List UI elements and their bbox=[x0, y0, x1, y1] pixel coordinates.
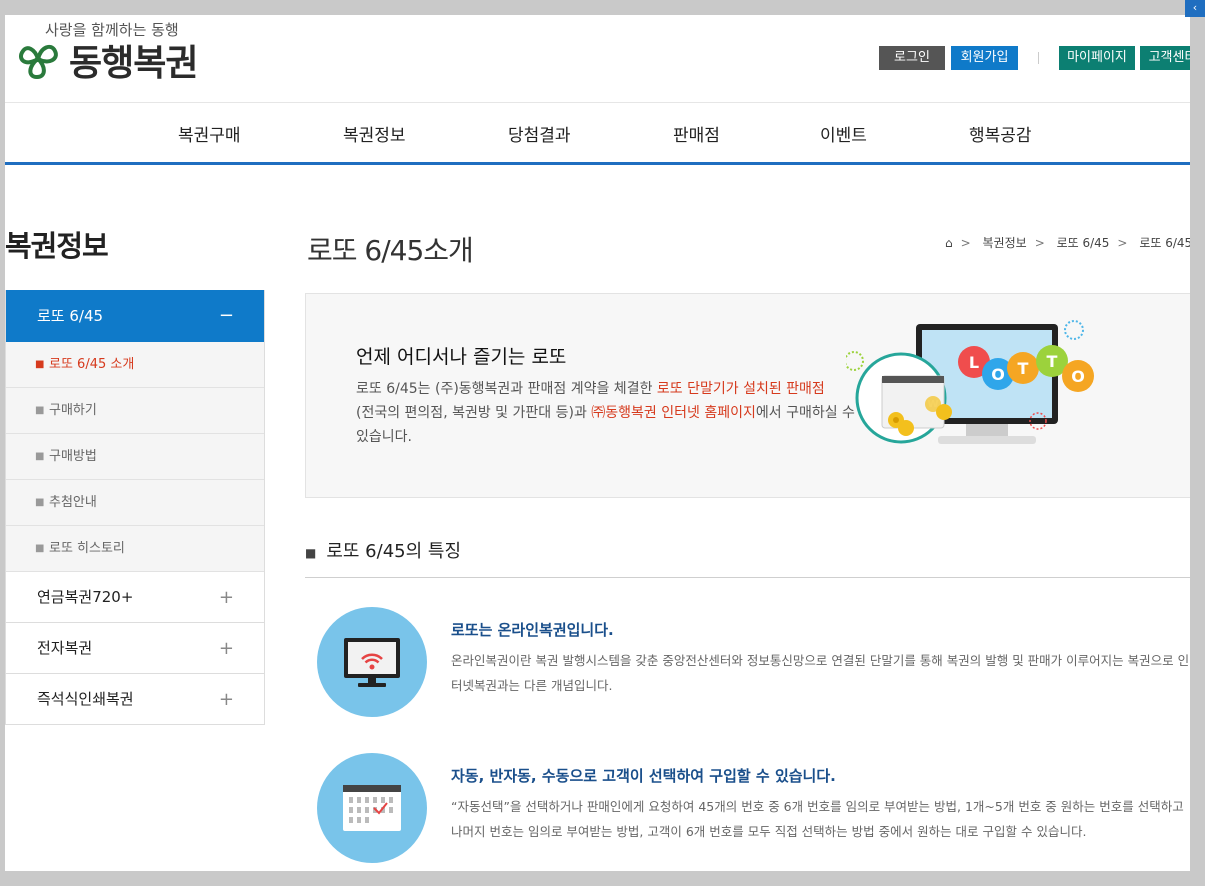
expand-icon[interactable]: + bbox=[219, 623, 234, 674]
collapse-icon[interactable]: − bbox=[219, 290, 234, 342]
scrollbar-track bbox=[1190, 0, 1205, 886]
feature-title: 로또는 온라인복권입니다. bbox=[451, 621, 614, 639]
nav-item-event[interactable]: 이벤트 bbox=[820, 121, 867, 146]
header: 사랑을 함께하는 동행 동행복권 로그인 회원가입 마이페이지 고객센터 bbox=[5, 15, 1190, 103]
sidebar-item-label: 즉석식인쇄복권 bbox=[37, 690, 134, 708]
sidebar-item-lotto645[interactable]: 로또 6/45 − bbox=[6, 290, 264, 342]
intro-box: 언제 어디서나 즐기는 로또 로또 6/45는 (주)동행복권과 판매점 계약을… bbox=[305, 293, 1190, 498]
sidebar-subitem-label: 구매하기 bbox=[49, 403, 97, 418]
customer-center-button[interactable]: 고객센터 bbox=[1140, 46, 1190, 70]
sidebar-subitem-label: 로또 6/45 소개 bbox=[49, 357, 135, 372]
breadcrumb-item: 로또 6/45 소개 bbox=[1139, 236, 1190, 250]
mypage-button[interactable]: 마이페이지 bbox=[1059, 46, 1135, 70]
sidebar-subitem-history[interactable]: ■ 로또 히스토리 bbox=[6, 526, 264, 572]
sidebar-subitem-label: 로또 히스토리 bbox=[49, 541, 125, 556]
nav-item-stores[interactable]: 판매점 bbox=[673, 121, 720, 146]
page-frame: 사랑을 함께하는 동행 동행복권 로그인 회원가입 마이페이지 고객센터 복권구… bbox=[5, 15, 1190, 871]
sidebar-item-pension720[interactable]: 연금복권720+ + bbox=[6, 572, 264, 623]
bullet-icon: ■ bbox=[35, 405, 45, 416]
bullet-icon: ■ bbox=[35, 359, 45, 370]
intro-highlight: 로또 단말기가 설치된 판매점 bbox=[656, 381, 825, 397]
bullet-icon: ■ bbox=[35, 543, 45, 554]
breadcrumb-item[interactable]: 복권정보 bbox=[983, 236, 1027, 250]
intro-heading: 언제 어디서나 즐기는 로또 bbox=[356, 346, 567, 368]
home-icon[interactable]: ⌂ bbox=[945, 236, 953, 250]
intro-highlight: ㈜동행복권 인터넷 홈페이지 bbox=[591, 405, 756, 421]
sidebar-subitem-intro[interactable]: ■ 로또 6/45 소개 bbox=[6, 342, 264, 388]
divider bbox=[305, 577, 1190, 578]
lottery-slip-icon bbox=[343, 785, 401, 831]
nav-item-info[interactable]: 복권정보 bbox=[343, 121, 406, 146]
breadcrumb: ⌂ > 복권정보 > 로또 6/45 > 로또 6/45 소개 bbox=[945, 234, 1190, 251]
chevron-right-icon: > bbox=[1117, 236, 1128, 250]
sidebar-subitem-draw-info[interactable]: ■ 추첨안내 bbox=[6, 480, 264, 526]
lotto-ball-o2: O bbox=[1071, 367, 1085, 386]
sidebar-item-e-lottery[interactable]: 전자복권 + bbox=[6, 623, 264, 674]
sidebar-subitem-how-to-buy[interactable]: ■ 구매방법 bbox=[6, 434, 264, 480]
sidebar-item-label: 전자복권 bbox=[37, 639, 93, 657]
monitor-wifi-icon bbox=[344, 638, 400, 687]
sidebar-subitem-purchase[interactable]: ■ 구매하기 bbox=[6, 388, 264, 434]
lotto-ball-t1: T bbox=[1018, 359, 1029, 378]
feature-desc: “자동선택”을 선택하거나 판매인에게 요청하여 45개의 번호 중 6개 번호… bbox=[451, 799, 1184, 839]
sidebar-item-instant-print[interactable]: 즉석식인쇄복권 + bbox=[6, 674, 264, 725]
sidebar-item-label: 로또 6/45 bbox=[37, 307, 104, 325]
nav-item-results[interactable]: 당첨결과 bbox=[508, 121, 571, 146]
feature-desc: 온라인복권이란 복권 발행시스템을 갖춘 중앙전산센터와 정보통신망으로 연결된… bbox=[451, 653, 1190, 693]
login-button[interactable]: 로그인 bbox=[879, 46, 945, 70]
intro-text: (전국의 편의점, 복권방 및 가판대 등)과 bbox=[356, 405, 592, 421]
expand-icon[interactable]: + bbox=[219, 572, 234, 623]
feature-title: 자동, 반자동, 수동으로 고객이 선택하여 구입할 수 있습니다. bbox=[451, 767, 836, 785]
sidebar-subitem-label: 추첨안내 bbox=[49, 495, 97, 510]
lotto-ball-l: L bbox=[969, 353, 979, 372]
chevron-right-icon: > bbox=[960, 236, 971, 250]
divider bbox=[1038, 52, 1039, 64]
join-button[interactable]: 회원가입 bbox=[951, 46, 1018, 70]
section-title: ■ 로또 6/45의 특징 bbox=[305, 537, 461, 563]
sidebar: 로또 6/45 − ■ 로또 6/45 소개 ■ 구매하기 ■ 구매방법 ■ 추… bbox=[5, 290, 265, 725]
nav-item-buy[interactable]: 복권구매 bbox=[178, 121, 241, 146]
intro-body: 로또 6/45는 (주)동행복권과 판매점 계약을 체결한 로또 단말기가 설치… bbox=[356, 377, 866, 449]
sidebar-subitem-label: 구매방법 bbox=[49, 449, 97, 464]
nav-item-happy[interactable]: 행복공감 bbox=[969, 121, 1032, 146]
feature-circle bbox=[317, 753, 427, 863]
lotto-ball-t2: T bbox=[1047, 352, 1058, 371]
clover-logo-icon bbox=[19, 44, 58, 80]
breadcrumb-item[interactable]: 로또 6/45 bbox=[1057, 236, 1110, 250]
chevron-right-icon: > bbox=[1034, 236, 1045, 250]
feature-circle bbox=[317, 607, 427, 717]
section-title-text: 로또 6/45의 특징 bbox=[326, 541, 462, 562]
sidebar-item-label: 연금복권720+ bbox=[37, 588, 134, 606]
expand-icon[interactable]: + bbox=[219, 674, 234, 725]
collapse-panel-icon[interactable]: ‹ bbox=[1185, 0, 1205, 17]
bullet-icon: ■ bbox=[35, 451, 45, 462]
main-nav: 복권구매 복권정보 당첨결과 판매점 이벤트 행복공감 bbox=[5, 103, 1190, 165]
page-title: 로또 6/45소개 bbox=[307, 234, 474, 267]
lotto-ball-o1: O bbox=[991, 365, 1005, 384]
sidebar-title: 복권정보 bbox=[5, 229, 109, 263]
intro-text: 로또 6/45는 (주)동행복권과 판매점 계약을 체결한 bbox=[356, 381, 657, 397]
bullet-icon: ■ bbox=[305, 546, 317, 560]
lotto-monitor-illustration: W L O T T O bbox=[846, 320, 1094, 444]
bullet-icon: ■ bbox=[35, 497, 45, 508]
logo-brand: 동행복권 bbox=[69, 43, 198, 84]
